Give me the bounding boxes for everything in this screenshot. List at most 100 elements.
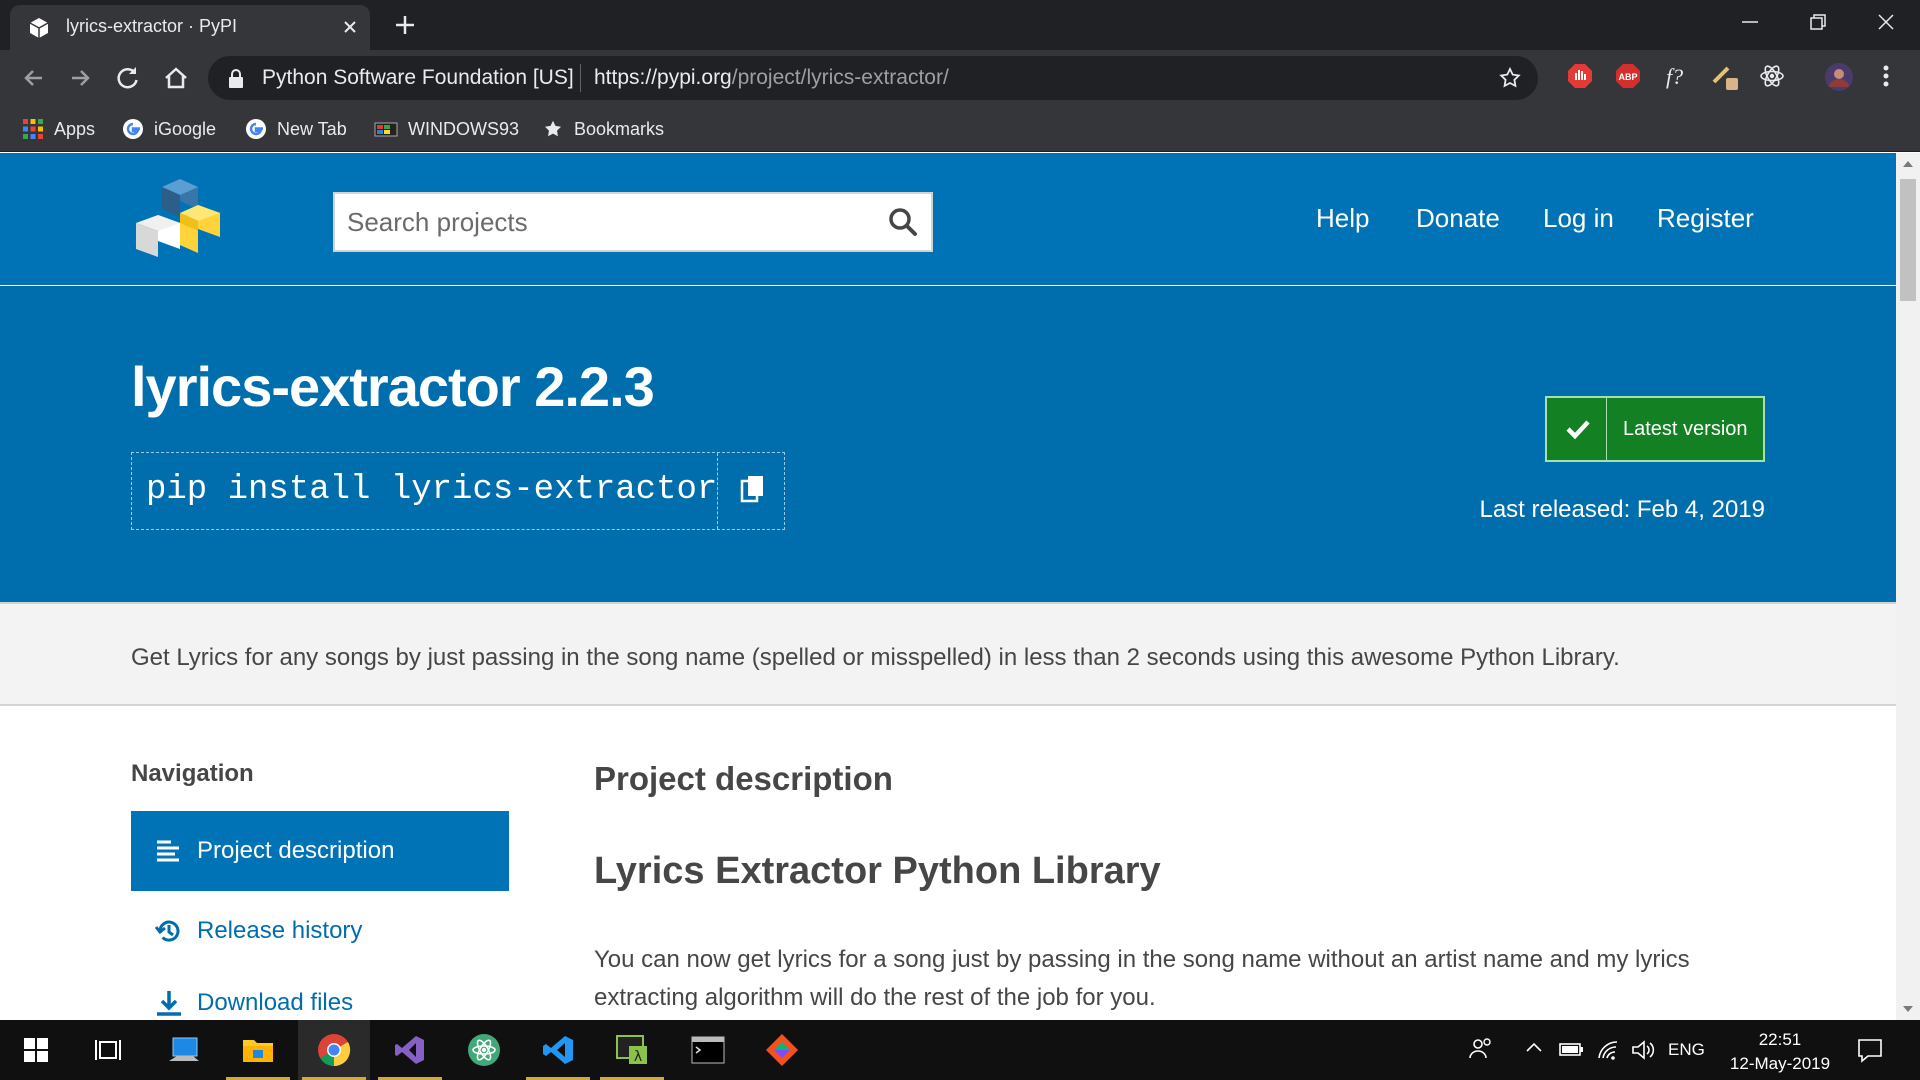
clock-date: 12-May-2019 <box>1729 1054 1831 1073</box>
clock-time: 22:51 <box>1758 1030 1802 1049</box>
browser-tab[interactable]: lyrics-extractor · PyPI <box>10 5 370 50</box>
package-banner: lyrics-extractor 2.2.3 pip install lyric… <box>0 286 1896 602</box>
readme-paragraph: You can now get lyrics for a song just b… <box>594 946 1690 1011</box>
task-view-icon[interactable] <box>72 1020 144 1080</box>
system-clock[interactable]: 22:51 12-May-2019 <box>1720 1028 1840 1076</box>
close-window-icon[interactable] <box>1874 10 1898 34</box>
lock-icon[interactable] <box>226 68 246 90</box>
start-icon[interactable] <box>0 1020 72 1080</box>
nav-login-link[interactable]: Log in <box>1543 203 1614 234</box>
tab-strip: lyrics-extractor · PyPI <box>0 0 1920 50</box>
pypi-logo-icon[interactable] <box>128 175 230 265</box>
forward-icon[interactable] <box>66 64 94 92</box>
sidebar-item-download-files[interactable]: Download files <box>131 963 509 1020</box>
vscode-icon[interactable] <box>522 1020 594 1080</box>
bookmark-windows93[interactable]: WINDOWS93 <box>374 116 519 142</box>
search-icon[interactable] <box>887 206 919 238</box>
svg-text:λ: λ <box>634 1049 642 1065</box>
browser-toolbar: Python Software Foundation [US] https://… <box>0 50 1920 106</box>
apps-grid-icon <box>22 118 44 140</box>
notifications-icon[interactable] <box>1856 1036 1884 1064</box>
bookmark-label: Bookmarks <box>574 118 665 139</box>
chrome-icon[interactable] <box>298 1020 370 1080</box>
star-icon <box>542 118 564 140</box>
copy-icon <box>740 475 766 505</box>
svg-text:ABP: ABP <box>1618 72 1637 82</box>
copy-button[interactable] <box>717 453 785 529</box>
computer-icon[interactable] <box>148 1020 220 1080</box>
bookmark-igoogle[interactable]: iGoogle <box>122 116 216 142</box>
svg-text:f?: f? <box>1666 64 1683 89</box>
bookmark-new-tab[interactable]: New Tab <box>245 116 347 142</box>
url-path: /project/lyrics-extractor/ <box>731 66 949 89</box>
summary-text: Get Lyrics for any songs by just passing… <box>131 644 1620 671</box>
restore-icon[interactable] <box>1806 10 1830 34</box>
wifi-icon[interactable] <box>1596 1038 1622 1062</box>
tab-title: lyrics-extractor · PyPI <box>66 16 238 36</box>
bookmark-apps[interactable]: Apps <box>22 116 95 142</box>
omnibox-divider <box>580 64 581 92</box>
search-box <box>333 192 933 252</box>
abp-icon[interactable]: ABP <box>1614 62 1642 90</box>
page-viewport: Help Donate Log in Register lyrics-extra… <box>0 153 1896 1020</box>
latest-version-label: Latest version <box>1623 418 1748 440</box>
pip-command[interactable]: pip install lyrics-extractor <box>146 471 717 509</box>
search-input[interactable] <box>335 194 875 250</box>
pypi-favicon-icon <box>28 17 50 39</box>
sidebar-item-project-description[interactable]: Project description <box>131 811 509 891</box>
chrome-menu-icon[interactable] <box>1876 62 1896 90</box>
site-identity: Python Software Foundation [US] <box>262 66 574 89</box>
scroll-down-arrow-icon[interactable] <box>1902 1004 1914 1014</box>
windows-taskbar: λ ENG 22:51 12-May-2019 <box>0 1020 1920 1080</box>
sidebar-item-label: Download files <box>197 989 354 1016</box>
bookmark-label: WINDOWS93 <box>408 118 520 139</box>
git-icon[interactable] <box>746 1020 818 1080</box>
terminal-icon[interactable] <box>672 1020 744 1080</box>
sidebar-item-label: Release history <box>197 917 363 944</box>
align-left-icon <box>155 837 181 863</box>
url-text: https://pypi.org/project/lyrics-extracto… <box>594 66 949 90</box>
bookmark-label: Apps <box>54 118 96 139</box>
cmder-icon[interactable]: λ <box>596 1020 668 1080</box>
new-tab-icon[interactable] <box>392 12 418 38</box>
font-detect-icon[interactable]: f? <box>1662 62 1690 90</box>
latest-version-badge[interactable]: Latest version <box>1545 396 1765 462</box>
google-icon <box>122 118 144 140</box>
page-scrollbar[interactable] <box>1896 153 1920 1020</box>
chevron-up-icon[interactable] <box>1524 1038 1544 1058</box>
back-icon[interactable] <box>20 64 48 92</box>
history-icon <box>155 917 183 945</box>
volume-icon[interactable] <box>1630 1038 1656 1062</box>
sidebar-item-release-history[interactable]: Release history <box>131 891 509 971</box>
people-icon[interactable] <box>1468 1036 1494 1062</box>
tab-close-icon[interactable] <box>340 17 360 37</box>
reload-icon[interactable] <box>114 64 142 92</box>
scroll-up-arrow-icon[interactable] <box>1902 159 1914 169</box>
address-bar[interactable]: Python Software Foundation [US] https://… <box>208 56 1538 100</box>
profile-avatar[interactable] <box>1824 62 1854 92</box>
nav-donate-link[interactable]: Donate <box>1416 203 1500 234</box>
check-icon <box>1547 398 1607 460</box>
google-icon <box>245 118 267 140</box>
atom-icon[interactable] <box>448 1020 520 1080</box>
scrollbar-thumb[interactable] <box>1900 179 1916 301</box>
pip-command-box: pip install lyrics-extractor <box>131 452 785 530</box>
sidebar-heading: Navigation <box>131 760 254 787</box>
bookmark-star-icon[interactable] <box>1498 66 1522 90</box>
nav-help-link[interactable]: Help <box>1316 203 1369 234</box>
battery-icon[interactable] <box>1558 1038 1586 1060</box>
file-explorer-icon[interactable] <box>222 1020 294 1080</box>
bookmark-label: New Tab <box>277 118 347 139</box>
react-icon[interactable] <box>1758 62 1786 90</box>
release-date: Last released: Feb 4, 2019 <box>1479 496 1765 523</box>
nav-register-link[interactable]: Register <box>1657 203 1754 234</box>
adblock-icon[interactable] <box>1566 62 1594 90</box>
language-indicator[interactable]: ENG <box>1668 1040 1705 1060</box>
home-icon[interactable] <box>162 64 190 92</box>
url-host: https://pypi.org <box>594 66 732 89</box>
visual-studio-icon[interactable] <box>374 1020 446 1080</box>
download-icon <box>155 989 183 1017</box>
minimize-icon[interactable] <box>1738 10 1762 34</box>
bookmark-bookmarks[interactable]: Bookmarks <box>542 116 664 142</box>
tools-icon[interactable] <box>1710 62 1740 92</box>
